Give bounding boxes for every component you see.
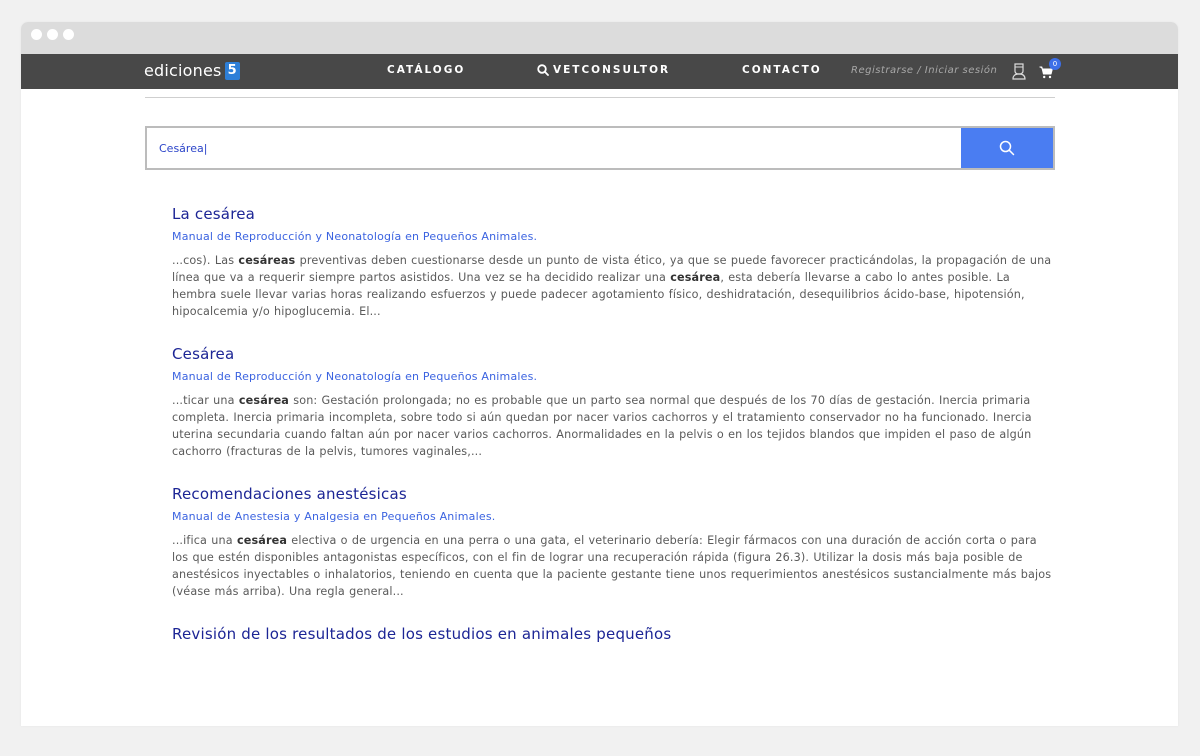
window-dot-minimize[interactable] — [47, 29, 58, 40]
result-item: Revisión de los resultados de los estudi… — [172, 625, 1054, 643]
result-source[interactable]: Manual de Reproducción y Neonatología en… — [172, 370, 1054, 383]
header-divider — [145, 97, 1055, 98]
result-item: La cesárea Manual de Reproducción y Neon… — [172, 205, 1054, 320]
search-results: La cesárea Manual de Reproducción y Neon… — [172, 205, 1054, 668]
nav-vetconsultor[interactable]: VETCONSULTOR — [537, 64, 670, 76]
window-dot-maximize[interactable] — [63, 29, 74, 40]
browser-chrome-bar — [21, 22, 1178, 54]
result-source[interactable]: Manual de Reproducción y Neonatología en… — [172, 230, 1054, 243]
search-icon — [537, 64, 549, 76]
nav-catalogo[interactable]: CATÁLOGO — [387, 64, 465, 76]
snippet-highlight: cesárea — [236, 534, 288, 547]
snippet-text: electiva o de urgencia en una perra o un… — [172, 534, 1052, 598]
snippet-text: ...ifica una — [172, 534, 237, 547]
snippet-highlight: cesárea — [670, 271, 721, 284]
site-logo[interactable]: ediciones 5 — [144, 61, 240, 80]
logo-text: ediciones — [144, 61, 222, 80]
result-item: Recomendaciones anestésicas Manual de An… — [172, 485, 1054, 600]
result-title[interactable]: Revisión de los resultados de los estudi… — [172, 625, 1054, 643]
snippet-text: ...cos). Las — [172, 254, 239, 267]
result-title[interactable]: La cesárea — [172, 205, 1054, 223]
browser-window: ediciones 5 CATÁLOGO VETCONSULTOR CONTAC… — [21, 22, 1178, 726]
snippet-highlight: cesáreas — [238, 254, 296, 267]
result-source[interactable]: Manual de Anestesia y Analgesia en Peque… — [172, 510, 1054, 523]
logo-mark: 5 — [224, 61, 240, 80]
snippet-highlight: cesárea — [238, 394, 290, 407]
search-input[interactable] — [159, 128, 939, 168]
result-snippet: ...cos). Las cesáreas preventivas deben … — [172, 252, 1054, 320]
result-title[interactable]: Recomendaciones anestésicas — [172, 485, 1054, 503]
top-navbar: ediciones 5 CATÁLOGO VETCONSULTOR CONTAC… — [21, 54, 1178, 89]
result-title[interactable]: Cesárea — [172, 345, 1054, 363]
snippet-text: son: Gestación prolongada; no es probabl… — [172, 394, 1032, 458]
nav-contacto[interactable]: CONTACTO — [742, 64, 822, 76]
snippet-text: ...ticar una — [172, 394, 239, 407]
result-item: Cesárea Manual de Reproducción y Neonato… — [172, 345, 1054, 460]
search-bar — [145, 126, 1055, 170]
search-icon — [999, 140, 1015, 156]
search-button[interactable] — [961, 128, 1053, 168]
window-dot-close[interactable] — [31, 29, 42, 40]
result-snippet: ...ticar una cesárea son: Gestación prol… — [172, 392, 1054, 460]
register-login-link[interactable]: Registrarse / Iniciar sesión — [851, 65, 997, 76]
nav-vetconsultor-label: VETCONSULTOR — [553, 64, 671, 76]
result-snippet: ...ifica una cesárea electiva o de urgen… — [172, 532, 1054, 600]
user-profile-icon[interactable] — [1012, 62, 1026, 84]
cart-count-badge: 0 — [1049, 58, 1061, 70]
